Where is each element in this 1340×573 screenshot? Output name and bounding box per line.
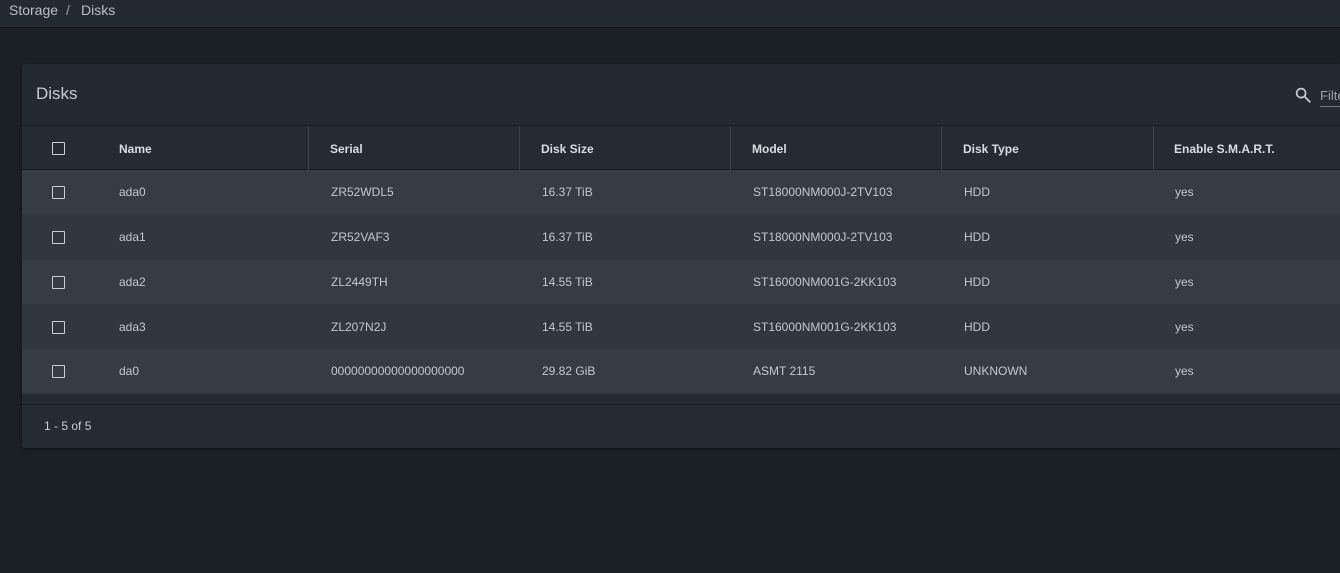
row-checkbox[interactable]	[52, 231, 65, 244]
cell-enable-smart: yes	[1175, 275, 1194, 289]
column-divider	[308, 126, 309, 170]
cell-disk-type: HDD	[964, 320, 990, 334]
cell-model: ST16000NM001G-2KK103	[753, 320, 897, 334]
table-row[interactable]: da0 00000000000000000000 29.82 GiB ASMT …	[22, 349, 1340, 394]
cell-name: da0	[119, 364, 140, 378]
row-checkbox[interactable]	[52, 321, 65, 334]
cell-disk-size: 16.37 TiB	[542, 185, 593, 199]
breadcrumb: Storage / Disks	[0, 0, 1340, 28]
table-row[interactable]: ada0 ZR52WDL5 16.37 TiB ST18000NM000J-2T…	[22, 170, 1340, 215]
column-divider	[730, 126, 731, 170]
search-icon[interactable]	[1294, 86, 1312, 104]
cell-enable-smart: yes	[1175, 230, 1194, 244]
table-row[interactable]: ada2 ZL2449TH 14.55 TiB ST16000NM001G-2K…	[22, 260, 1340, 305]
cell-model: ST18000NM000J-2TV103	[753, 230, 893, 244]
column-header-disk-size[interactable]: Disk Size	[541, 142, 594, 156]
cell-model: ST16000NM001G-2KK103	[753, 275, 897, 289]
cell-name: ada1	[119, 230, 146, 244]
cell-model: ASMT 2115	[753, 364, 816, 378]
column-header-model[interactable]: Model	[752, 142, 787, 156]
table-header: Name Serial Disk Size Model Disk Type En…	[22, 125, 1340, 170]
cell-serial: ZL2449TH	[331, 275, 388, 289]
cell-disk-type: HDD	[964, 230, 990, 244]
breadcrumb-item-storage[interactable]: Storage	[9, 2, 58, 18]
select-all-checkbox[interactable]	[52, 142, 65, 155]
card-title: Disks	[36, 84, 78, 103]
cell-disk-size: 14.55 TiB	[542, 320, 593, 334]
cell-disk-type: UNKNOWN	[964, 364, 1028, 378]
filter-input[interactable]	[1320, 84, 1340, 107]
cell-enable-smart: yes	[1175, 185, 1194, 199]
row-checkbox[interactable]	[52, 365, 65, 378]
column-divider	[519, 126, 520, 170]
breadcrumb-separator: /	[66, 2, 70, 18]
column-header-name[interactable]: Name	[119, 142, 152, 156]
cell-model: ST18000NM000J-2TV103	[753, 185, 893, 199]
cell-name: ada3	[119, 320, 146, 334]
row-checkbox[interactable]	[52, 276, 65, 289]
cell-disk-type: HDD	[964, 185, 990, 199]
cell-name: ada2	[119, 275, 146, 289]
cell-serial: ZR52WDL5	[331, 185, 394, 199]
breadcrumb-item-disks: Disks	[81, 2, 116, 18]
disks-card: Disks Name Serial Disk Size Model Disk T…	[22, 64, 1340, 448]
cell-disk-type: HDD	[964, 275, 990, 289]
column-header-disk-type[interactable]: Disk Type	[963, 142, 1019, 156]
paginator-range-label: 1 - 5 of 5	[44, 419, 92, 433]
cell-serial: ZR52VAF3	[331, 230, 390, 244]
cell-name: ada0	[119, 185, 146, 199]
paginator: 1 - 5 of 5	[22, 404, 1340, 448]
cell-disk-size: 29.82 GiB	[542, 364, 596, 378]
cell-disk-size: 16.37 TiB	[542, 230, 593, 244]
cell-enable-smart: yes	[1175, 364, 1194, 378]
cell-serial: 00000000000000000000	[331, 364, 465, 378]
column-divider	[1153, 126, 1154, 170]
cell-disk-size: 14.55 TiB	[542, 275, 593, 289]
table-row[interactable]: ada1 ZR52VAF3 16.37 TiB ST18000NM000J-2T…	[22, 215, 1340, 260]
column-divider	[941, 126, 942, 170]
cell-enable-smart: yes	[1175, 320, 1194, 334]
cell-serial: ZL207N2J	[331, 320, 387, 334]
column-header-enable-smart[interactable]: Enable S.M.A.R.T.	[1174, 142, 1275, 156]
column-header-serial[interactable]: Serial	[330, 142, 363, 156]
row-checkbox[interactable]	[52, 186, 65, 199]
table-row[interactable]: ada3 ZL207N2J 14.55 TiB ST16000NM001G-2K…	[22, 305, 1340, 350]
